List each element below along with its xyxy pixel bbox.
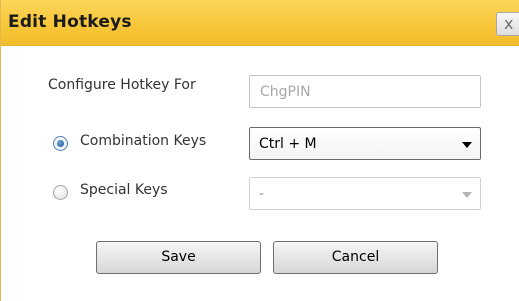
special-keys-select: -	[249, 177, 481, 210]
combination-keys-select[interactable]: Ctrl + M	[249, 127, 481, 160]
combination-keys-label[interactable]: Combination Keys	[80, 133, 206, 149]
close-button[interactable]: x	[496, 12, 519, 36]
edit-hotkeys-dialog: Edit Hotkeys x Configure Hotkey For ChgP…	[0, 0, 519, 301]
cancel-button[interactable]: Cancel	[273, 241, 438, 274]
configure-hotkey-label: Configure Hotkey For	[48, 77, 196, 93]
close-icon: x	[504, 14, 514, 33]
special-keys-radio[interactable]	[53, 185, 68, 200]
dialog-title: Edit Hotkeys	[8, 12, 132, 32]
combination-keys-radio[interactable]	[53, 136, 68, 151]
save-button[interactable]: Save	[96, 241, 261, 274]
combination-keys-value: Ctrl + M	[259, 136, 317, 152]
title-bar: Edit Hotkeys x	[1, 0, 519, 46]
configure-hotkey-value: ChgPIN	[260, 84, 311, 100]
chevron-down-icon	[462, 192, 472, 198]
configure-hotkey-field: ChgPIN	[249, 75, 481, 108]
special-keys-value: -	[259, 186, 265, 202]
special-keys-label[interactable]: Special Keys	[80, 182, 168, 198]
chevron-down-icon	[462, 142, 472, 148]
